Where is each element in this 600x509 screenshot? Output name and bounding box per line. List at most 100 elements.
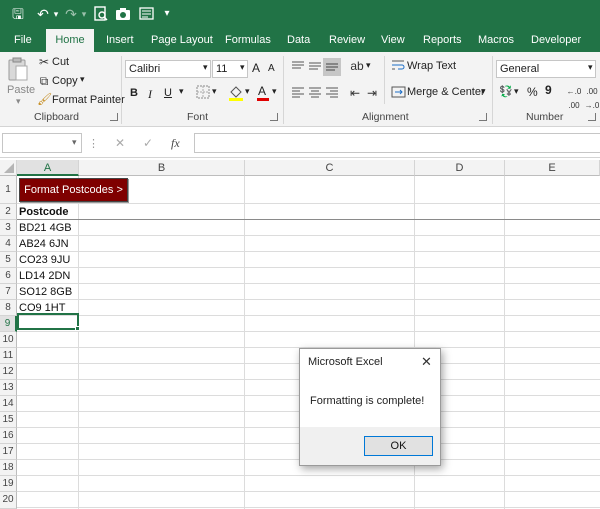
column-header-d[interactable]: D	[415, 160, 505, 176]
redo-dropdown-icon[interactable]: ▾	[79, 4, 89, 24]
underline-dropdown-icon[interactable]: ▾	[179, 86, 184, 97]
tab-insert[interactable]: Insert	[106, 28, 134, 52]
cell-header-postcode[interactable]: Postcode	[19, 204, 69, 220]
increase-indent-icon[interactable]: ⇥	[364, 86, 380, 100]
decrease-indent-icon[interactable]: ⇤	[347, 86, 363, 100]
close-icon[interactable]: ✕	[421, 354, 432, 370]
row-header[interactable]: 2	[0, 204, 17, 220]
tab-file[interactable]: File	[14, 28, 32, 52]
wrap-text-icon[interactable]	[390, 58, 406, 74]
name-box[interactable]	[2, 133, 82, 153]
cancel-entry-icon[interactable]: ✕	[115, 136, 125, 150]
percent-style-button[interactable]: %	[527, 85, 538, 99]
format-postcodes-button[interactable]: Format Postcodes >	[19, 178, 128, 202]
tab-developer[interactable]: Developer	[531, 28, 581, 52]
name-box-dropdown-icon[interactable]: ▾	[72, 137, 77, 148]
alignment-launcher-icon[interactable]	[479, 113, 487, 121]
undo-icon[interactable]: ↶	[34, 4, 52, 24]
customize-qat-icon[interactable]: ▾	[161, 4, 173, 24]
bold-button[interactable]: B	[130, 87, 138, 99]
underline-button[interactable]: U	[164, 87, 172, 99]
cell-postcode[interactable]: BD21 4GB	[19, 220, 72, 236]
align-right-icon[interactable]	[324, 86, 340, 100]
redo-icon[interactable]: ↷	[62, 4, 80, 24]
row-header[interactable]: 13	[0, 380, 17, 396]
row-header[interactable]: 3	[0, 220, 17, 236]
font-launcher-icon[interactable]	[270, 113, 278, 121]
formula-input[interactable]	[194, 133, 600, 153]
row-header[interactable]: 14	[0, 396, 17, 412]
tab-view[interactable]: View	[381, 28, 405, 52]
row-header[interactable]: 17	[0, 444, 17, 460]
borders-dropdown-icon[interactable]: ▾	[212, 86, 217, 97]
cut-button[interactable]: Cut	[52, 56, 69, 68]
tab-data[interactable]: Data	[287, 28, 310, 52]
camera-icon[interactable]	[114, 4, 132, 24]
confirm-entry-icon[interactable]: ✓	[143, 136, 153, 150]
print-preview-icon[interactable]	[92, 4, 110, 24]
formula-bar-grip-icon[interactable]: ⋮	[88, 137, 99, 150]
paste-dropdown-icon[interactable]: ▾	[16, 96, 21, 107]
column-header-e[interactable]: E	[505, 160, 600, 176]
align-middle-icon[interactable]	[307, 60, 323, 74]
cell-postcode[interactable]: SO12 8GB	[19, 284, 72, 300]
merge-center-icon[interactable]	[390, 85, 406, 101]
font-color-dropdown-icon[interactable]: ▾	[272, 86, 277, 97]
row-header[interactable]: 4	[0, 236, 17, 252]
ok-button[interactable]: OK	[364, 436, 433, 456]
fill-handle[interactable]	[75, 326, 80, 331]
increase-decimal-icon[interactable]: ←.0.00	[566, 85, 582, 110]
save-icon[interactable]: 🖫	[8, 4, 28, 24]
number-format-box[interactable]: General	[496, 60, 596, 78]
number-format-dropdown-icon[interactable]: ▾	[588, 62, 593, 73]
shrink-font-icon[interactable]: A	[268, 63, 275, 74]
paste-icon[interactable]	[6, 56, 30, 82]
fill-color-dropdown-icon[interactable]: ▾	[245, 86, 250, 97]
column-header-c[interactable]: C	[245, 160, 415, 176]
undo-dropdown-icon[interactable]: ▾	[51, 4, 61, 24]
accounting-dropdown-icon[interactable]: ▾	[514, 86, 519, 97]
number-launcher-icon[interactable]	[588, 113, 596, 121]
italic-button[interactable]: I	[148, 87, 152, 102]
copy-button[interactable]: Copy	[52, 75, 78, 87]
align-top-icon[interactable]	[290, 60, 306, 74]
row-header[interactable]: 16	[0, 428, 17, 444]
column-header-a[interactable]: A	[17, 160, 79, 176]
row-header[interactable]: 19	[0, 476, 17, 492]
orientation-icon[interactable]: ab	[349, 59, 365, 73]
row-header[interactable]: 1	[0, 176, 17, 204]
accounting-format-icon[interactable]: 💱	[498, 85, 514, 99]
merge-center-button[interactable]: Merge & Center	[407, 86, 485, 98]
row-header[interactable]: 12	[0, 364, 17, 380]
clipboard-launcher-icon[interactable]	[110, 113, 118, 121]
align-left-icon[interactable]	[290, 86, 306, 100]
form-icon[interactable]	[137, 4, 155, 24]
row-header[interactable]: 9	[0, 316, 17, 332]
grow-font-icon[interactable]: A	[252, 61, 260, 75]
wrap-text-button[interactable]: Wrap Text	[407, 60, 456, 72]
format-painter-button[interactable]: Format Painter	[52, 94, 125, 106]
format-painter-icon[interactable]: 🖌	[37, 92, 52, 106]
tab-review[interactable]: Review	[329, 28, 365, 52]
row-header[interactable]: 18	[0, 460, 17, 476]
row-header[interactable]: 7	[0, 284, 17, 300]
font-name-dropdown-icon[interactable]: ▾	[203, 62, 208, 73]
font-name-box[interactable]: Calibri	[125, 60, 211, 78]
fill-color-icon[interactable]	[228, 84, 244, 102]
cell-postcode[interactable]: CO23 9JU	[19, 252, 70, 268]
row-header[interactable]: 6	[0, 268, 17, 284]
borders-icon[interactable]	[195, 85, 211, 99]
row-header[interactable]: 15	[0, 412, 17, 428]
selected-cell-outline[interactable]	[17, 313, 79, 330]
row-header[interactable]: 5	[0, 252, 17, 268]
row-header[interactable]: 11	[0, 348, 17, 364]
tab-home[interactable]: Home	[46, 29, 94, 52]
align-center-icon[interactable]	[307, 86, 323, 100]
copy-dropdown-icon[interactable]: ▾	[80, 74, 85, 85]
cut-icon[interactable]: ✂	[37, 55, 51, 69]
orientation-dropdown-icon[interactable]: ▾	[366, 60, 371, 71]
insert-function-icon[interactable]: fx	[171, 136, 180, 151]
tab-formulas[interactable]: Formulas	[225, 28, 271, 52]
decrease-decimal-icon[interactable]: .00 →.0	[584, 85, 600, 110]
font-size-dropdown-icon[interactable]: ▾	[240, 62, 245, 73]
